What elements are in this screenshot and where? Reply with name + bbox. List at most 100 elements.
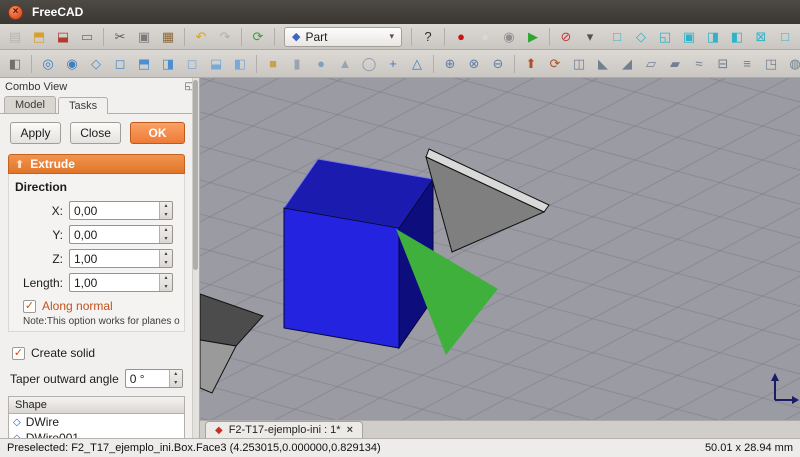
y-spinbox[interactable]: 0,00 ▴ ▾ xyxy=(69,225,173,244)
measure-linear-icon[interactable]: □ xyxy=(606,26,628,47)
shape-item-label: DWire xyxy=(26,415,59,429)
bottom-view-icon[interactable]: ⬓ xyxy=(205,53,227,74)
shape-builder-icon[interactable]: △ xyxy=(406,53,428,74)
extrude-tool-icon[interactable]: ⬆ xyxy=(520,53,542,74)
shape-list-header[interactable]: Shape xyxy=(8,396,185,414)
mirror-tool-icon[interactable]: ◫ xyxy=(568,53,590,74)
macro-execute-icon[interactable]: ▶ xyxy=(522,26,544,47)
cross-sections-icon[interactable]: ≡ xyxy=(736,53,758,74)
print-icon[interactable]: ▭ xyxy=(76,26,98,47)
panel-scrollbar-thumb[interactable] xyxy=(193,80,198,270)
macro-edit-icon[interactable]: ◉ xyxy=(498,26,520,47)
shape-list-item[interactable]: ◇DWire xyxy=(9,414,184,430)
panel-scrollbar[interactable] xyxy=(192,78,199,438)
measure-angular-icon[interactable]: ◇ xyxy=(630,26,652,47)
draw-style-icon[interactable]: ◧ xyxy=(4,53,26,74)
cut-icon[interactable]: ✂ xyxy=(109,26,131,47)
ok-button[interactable]: OK xyxy=(130,122,185,144)
part-cylinder-icon[interactable]: ▮ xyxy=(286,53,308,74)
taper-spin-down[interactable]: ▾ xyxy=(170,379,182,388)
tab-model[interactable]: Model xyxy=(4,96,56,113)
whats-this-icon[interactable]: ? xyxy=(417,26,439,47)
offset-tool-icon[interactable]: ◳ xyxy=(760,53,782,74)
y-spin-down[interactable]: ▾ xyxy=(160,235,172,244)
x-spin-down[interactable]: ▾ xyxy=(160,211,172,220)
create-solid-checkbox[interactable]: ✓ xyxy=(12,347,25,360)
left-view-icon[interactable]: ◧ xyxy=(229,53,251,74)
right-view-icon[interactable]: ◨ xyxy=(157,53,179,74)
macro-record-icon[interactable]: ● xyxy=(450,26,472,47)
loft-tool-icon[interactable]: ▰ xyxy=(664,53,686,74)
open-document-icon[interactable]: ⬒ xyxy=(28,26,50,47)
part-torus-icon[interactable]: ◯ xyxy=(358,53,380,74)
macro-stop-icon[interactable]: ● xyxy=(474,26,496,47)
measure-box-icon[interactable]: □ xyxy=(774,26,796,47)
titlebar[interactable]: × FreeCAD xyxy=(0,0,800,24)
create-primitives-icon[interactable]: + xyxy=(382,53,404,74)
along-normal-checkbox[interactable]: ✓ xyxy=(23,300,36,313)
document-tab[interactable]: ◆ F2-T17-ejemplo-ini : 1* × xyxy=(205,421,363,438)
y-spin-up[interactable]: ▴ xyxy=(160,226,172,235)
axonometric-view-icon[interactable]: ◇ xyxy=(85,53,107,74)
length-spin-down[interactable]: ▾ xyxy=(160,283,172,292)
z-spin-up[interactable]: ▴ xyxy=(160,250,172,259)
part-box-icon[interactable]: ■ xyxy=(262,53,284,74)
redo-icon[interactable]: ↷ xyxy=(214,26,236,47)
measure-refresh-icon[interactable]: ◱ xyxy=(654,26,676,47)
front-view-icon[interactable]: ◻ xyxy=(109,53,131,74)
part-sphere-icon[interactable]: ● xyxy=(310,53,332,74)
measure-toggle-3d-icon[interactable]: ◨ xyxy=(702,26,724,47)
x-spin-up[interactable]: ▴ xyxy=(160,202,172,211)
z-spin-down[interactable]: ▾ xyxy=(160,259,172,268)
search-disabled-icon[interactable]: ⊘ xyxy=(555,26,577,47)
copy-icon[interactable]: ▣ xyxy=(133,26,155,47)
shape-list[interactable]: ◇DWire◇DWire001◇DWire002 xyxy=(8,414,185,438)
close-button[interactable]: Close xyxy=(70,122,121,144)
sweep-tool-icon[interactable]: ≈ xyxy=(688,53,710,74)
fit-selection-icon[interactable]: ◉ xyxy=(61,53,83,74)
measure-clear-icon[interactable]: ⊠ xyxy=(750,26,772,47)
thickness-tool-icon[interactable]: ◍ xyxy=(784,53,800,74)
extrude-task-header[interactable]: ⬆ Extrude xyxy=(8,154,185,174)
boolean-union-icon[interactable]: ⊕ xyxy=(439,53,461,74)
fit-all-icon[interactable]: ◎ xyxy=(37,53,59,74)
top-view-icon[interactable]: ⬒ xyxy=(133,53,155,74)
document-tabbar: ◆ F2-T17-ejemplo-ini : 1* × xyxy=(200,420,800,438)
dropdown-arrow-icon[interactable]: ▾ xyxy=(579,26,601,47)
z-spinbox[interactable]: 1,00 ▴ ▾ xyxy=(69,249,173,268)
statusbar: Preselected: F2_T17_ejemplo_ini.Box.Face… xyxy=(0,438,800,457)
new-document-icon[interactable]: ▤ xyxy=(4,26,26,47)
shape-list-item[interactable]: ◇DWire001 xyxy=(9,430,184,438)
length-value: 1,00 xyxy=(70,274,159,291)
tab-tasks[interactable]: Tasks xyxy=(58,97,108,114)
part-cone-icon[interactable]: ▲ xyxy=(334,53,356,74)
revolve-tool-icon[interactable]: ⟳ xyxy=(544,53,566,74)
z-label: Z: xyxy=(13,252,63,266)
apply-button[interactable]: Apply xyxy=(10,122,61,144)
fillet-tool-icon[interactable]: ◣ xyxy=(592,53,614,74)
workbench-icon: ◆ xyxy=(292,30,300,43)
taper-spinbox[interactable]: 0 ° ▴ ▾ xyxy=(125,369,183,388)
ruled-surface-icon[interactable]: ▱ xyxy=(640,53,662,74)
window-close-button[interactable]: × xyxy=(8,5,23,20)
chamfer-tool-icon[interactable]: ◢ xyxy=(616,53,638,74)
paste-icon[interactable]: ▦ xyxy=(157,26,179,47)
undo-icon[interactable]: ↶ xyxy=(190,26,212,47)
boolean-cut-icon[interactable]: ⊖ xyxy=(487,53,509,74)
toolbar-separator xyxy=(256,55,257,73)
measure-toggle-delta-icon[interactable]: ◧ xyxy=(726,26,748,47)
rear-view-icon[interactable]: ◻ xyxy=(181,53,203,74)
section-tool-icon[interactable]: ⊟ xyxy=(712,53,734,74)
workbench-selector[interactable]: ◆ Part ▾ xyxy=(284,27,402,47)
length-spin-up[interactable]: ▴ xyxy=(160,274,172,283)
length-spinbox[interactable]: 1,00 ▴ ▾ xyxy=(69,273,173,292)
measure-toggle-all-icon[interactable]: ▣ xyxy=(678,26,700,47)
boolean-common-icon[interactable]: ⊗ xyxy=(463,53,485,74)
save-document-icon[interactable]: ⬓ xyxy=(52,26,74,47)
refresh-icon[interactable]: ⟳ xyxy=(247,26,269,47)
document-tab-close-icon[interactable]: × xyxy=(347,424,353,436)
direction-label: Direction xyxy=(15,180,180,194)
taper-spin-up[interactable]: ▴ xyxy=(170,370,182,379)
viewport-canvas[interactable] xyxy=(200,78,800,420)
x-spinbox[interactable]: 0,00 ▴ ▾ xyxy=(69,201,173,220)
